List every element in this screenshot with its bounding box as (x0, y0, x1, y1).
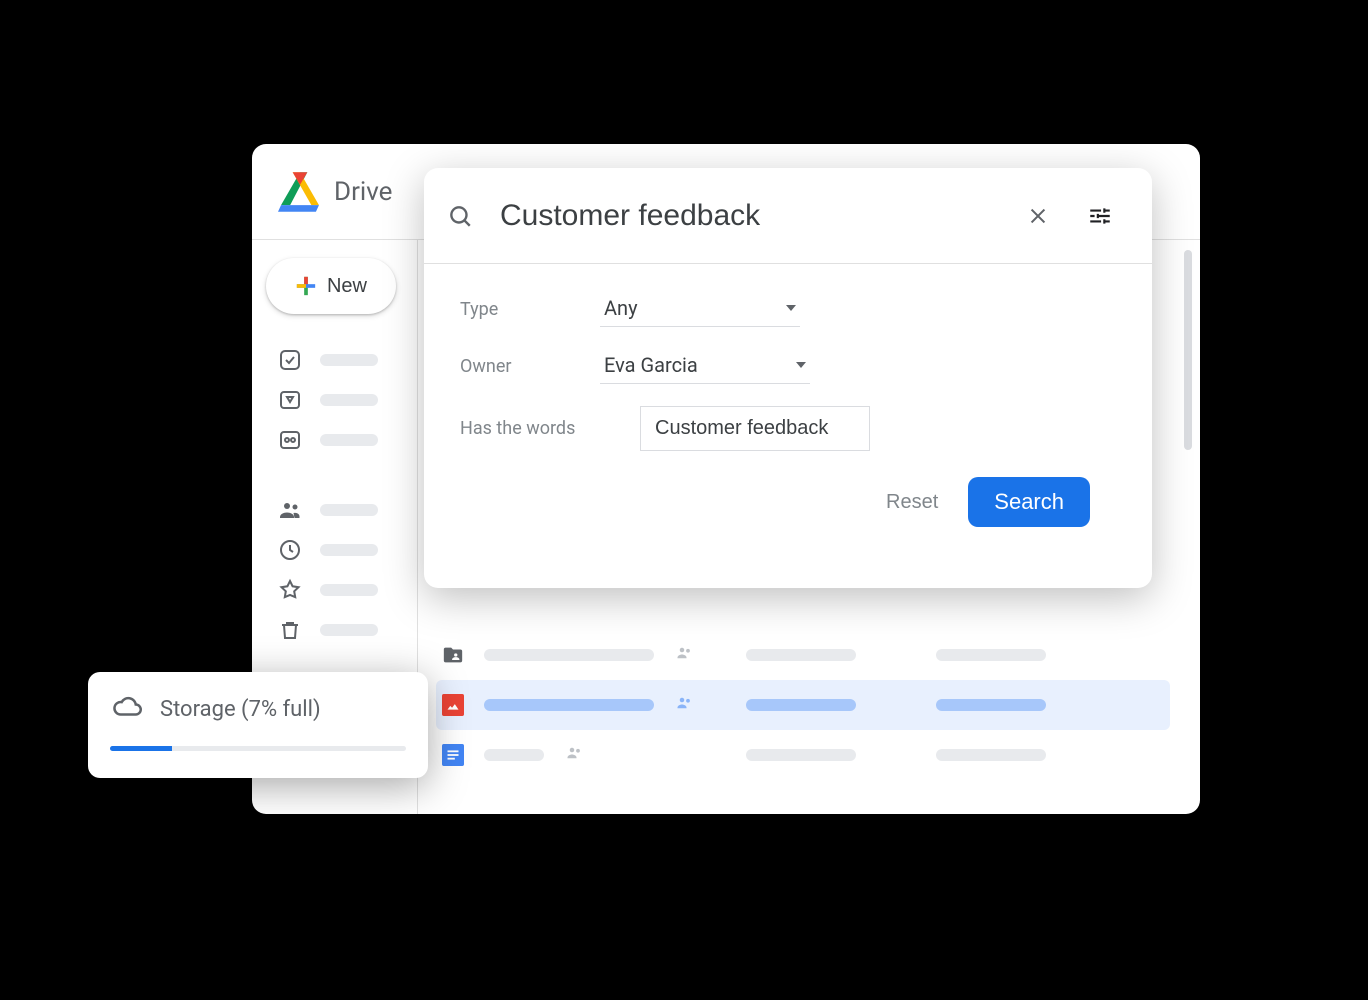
type-dropdown[interactable]: Any (600, 292, 800, 327)
storage-progress-fill (110, 746, 172, 751)
filter-row-owner: Owner Eva Garcia (460, 349, 1116, 384)
sidebar-item-mydrive[interactable] (278, 380, 378, 420)
search-button[interactable]: Search (968, 477, 1090, 527)
skeleton-name (484, 649, 654, 661)
skeleton-label (320, 434, 378, 446)
search-options-icon[interactable] (1078, 194, 1122, 238)
shared-icon (564, 744, 586, 766)
star-icon (278, 578, 302, 602)
skeleton-label (320, 624, 378, 636)
search-bar (424, 168, 1152, 264)
owner-label: Owner (460, 356, 600, 377)
drive-outline-icon (278, 388, 302, 412)
sidebar-item-priority[interactable] (278, 340, 378, 380)
file-list (436, 630, 1170, 780)
scrollbar[interactable] (1184, 250, 1192, 450)
owner-value: Eva Garcia (604, 353, 698, 377)
check-square-icon (278, 348, 302, 372)
app-title: Drive (334, 177, 392, 207)
trash-icon (278, 618, 302, 642)
advanced-search-panel: Type Any Owner Eva Garcia Has the words … (424, 168, 1152, 588)
people-icon (278, 498, 302, 522)
storage-label: Storage (7% full) (160, 697, 321, 722)
image-file-icon (442, 694, 464, 716)
filter-row-type: Type Any (460, 292, 1116, 327)
search-input[interactable] (500, 199, 998, 233)
skeleton-label (320, 544, 378, 556)
plus-icon (295, 275, 317, 297)
owner-dropdown[interactable]: Eva Garcia (600, 349, 810, 384)
file-row[interactable] (436, 730, 1170, 780)
folder-shared-icon (442, 644, 464, 666)
storage-card[interactable]: Storage (7% full) (88, 672, 428, 778)
file-row-selected[interactable] (436, 680, 1170, 730)
words-input[interactable] (640, 406, 870, 451)
search-icon[interactable] (438, 194, 482, 238)
skeleton-owner (746, 749, 856, 761)
new-button-label: New (327, 275, 367, 298)
type-label: Type (460, 299, 600, 320)
skeleton-label (320, 354, 378, 366)
file-row[interactable] (436, 630, 1170, 680)
shared-icon (674, 694, 696, 716)
filter-actions: Reset Search (460, 473, 1116, 527)
skeleton-label (320, 504, 378, 516)
type-value: Any (604, 296, 638, 320)
clear-search-icon[interactable] (1016, 194, 1060, 238)
sidebar-item-starred[interactable] (278, 570, 378, 610)
words-label: Has the words (460, 418, 640, 439)
docs-file-icon (442, 744, 464, 766)
skeleton-date (936, 649, 1046, 661)
new-button[interactable]: New (266, 258, 396, 314)
shared-drives-icon (278, 428, 302, 452)
shared-icon (674, 644, 696, 666)
filter-row-words: Has the words (460, 406, 1116, 451)
reset-button[interactable]: Reset (886, 491, 938, 514)
cloud-icon (110, 692, 144, 726)
sidebar-item-recent[interactable] (278, 530, 378, 570)
skeleton-date (936, 699, 1046, 711)
storage-progress-bar (110, 746, 406, 751)
sidebar-item-trash[interactable] (278, 610, 378, 650)
sidebar-item-shareddrives[interactable] (278, 420, 378, 460)
skeleton-owner (746, 699, 856, 711)
skeleton-owner (746, 649, 856, 661)
skeleton-date (936, 749, 1046, 761)
clock-icon (278, 538, 302, 562)
skeleton-label (320, 584, 378, 596)
chevron-down-icon (796, 362, 806, 368)
storage-header: Storage (7% full) (110, 692, 406, 726)
skeleton-name (484, 749, 544, 761)
search-filter-form: Type Any Owner Eva Garcia Has the words … (424, 264, 1152, 547)
sidebar-item-shared[interactable] (278, 490, 378, 530)
chevron-down-icon (786, 305, 796, 311)
sidebar-primary-nav (278, 340, 378, 460)
skeleton-label (320, 394, 378, 406)
skeleton-name (484, 699, 654, 711)
drive-logo-icon (278, 172, 322, 212)
sidebar-secondary-nav (278, 490, 378, 650)
